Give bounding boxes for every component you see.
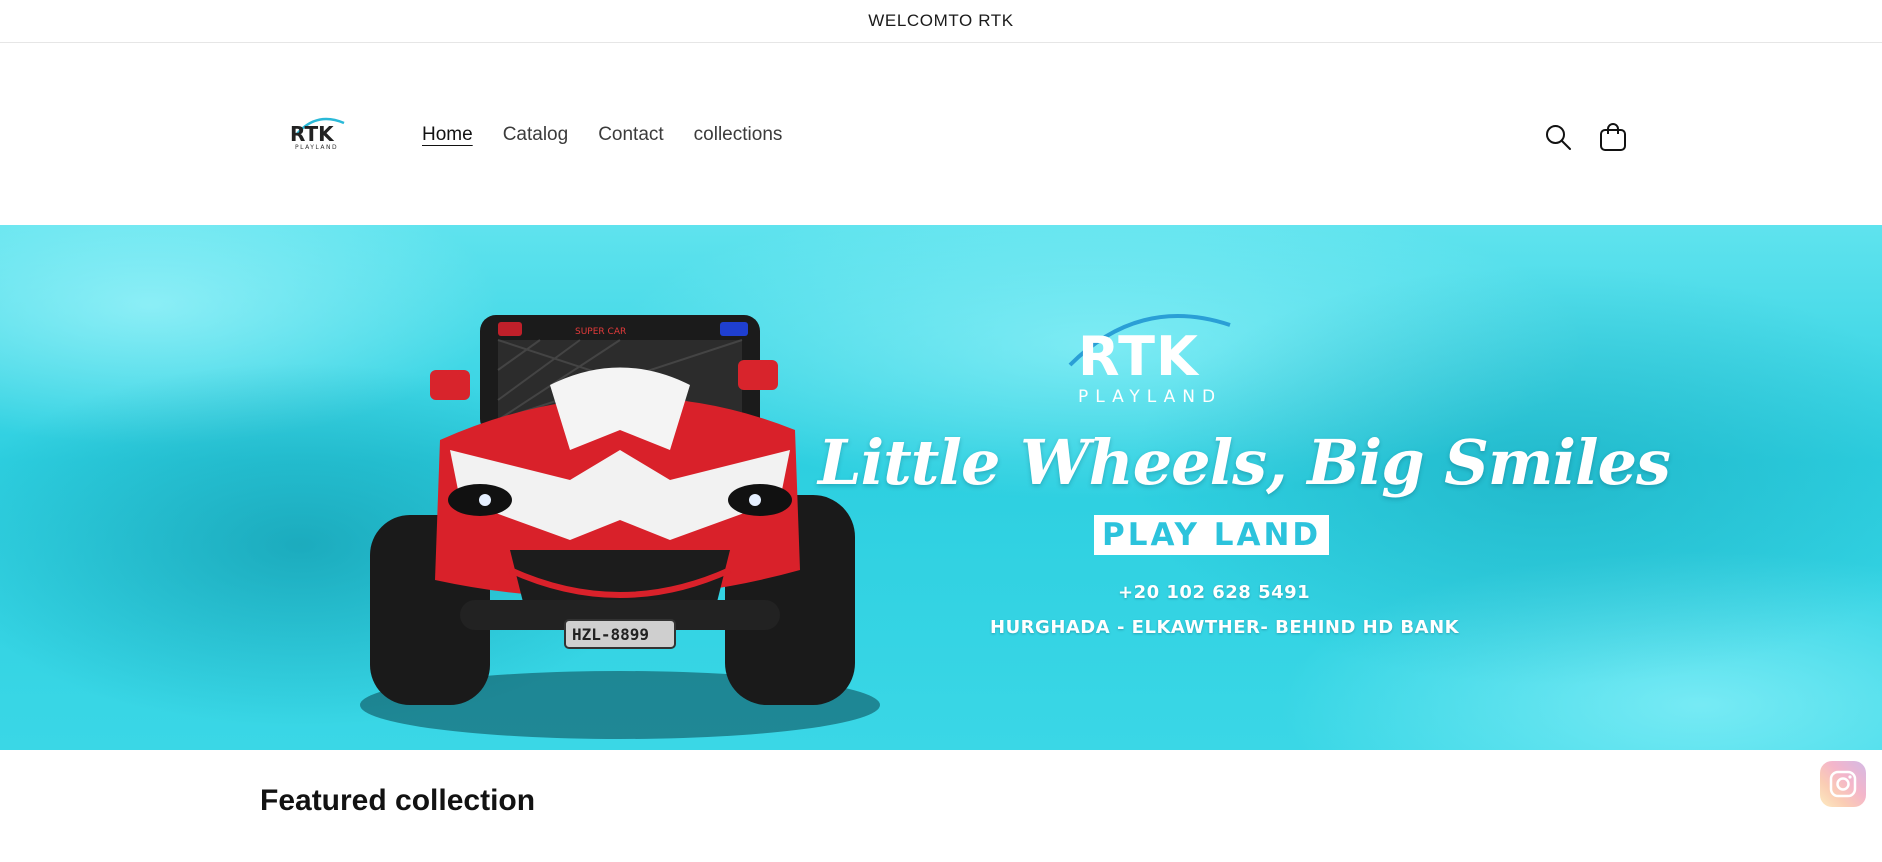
nav-home[interactable]: Home: [422, 121, 473, 149]
hero-banner[interactable]: SUPER CAR HZL-8899 RTK PLAYLAND Little W…: [0, 225, 1882, 750]
search-icon: [1546, 125, 1571, 150]
playland-badge: PLAY LAND: [1094, 515, 1330, 555]
hero-phone: +20 102 628 5491: [1118, 582, 1311, 603]
hero-tagline: Little Wheels, Big Smiles: [818, 426, 1671, 499]
nav-catalog[interactable]: Catalog: [503, 121, 569, 149]
logo-brand: RTK: [290, 122, 335, 146]
toy-car-image: SUPER CAR HZL-8899: [360, 315, 880, 739]
plate-text: HZL-8899: [572, 625, 649, 644]
featured-collection-title: Featured collection: [260, 784, 536, 817]
hero-brand-sub: PLAYLAND: [1078, 387, 1223, 407]
announcement-bar: WELCOMTO RTK: [0, 0, 1882, 43]
announcement-text: WELCOMTO RTK: [868, 11, 1014, 30]
nav-contact[interactable]: Contact: [598, 121, 663, 149]
nav-collections[interactable]: collections: [694, 121, 783, 149]
search-button[interactable]: [1540, 119, 1576, 155]
hero-address: HURGHADA - ELKAWTHER- BEHIND HD BANK: [990, 617, 1460, 638]
cart-icon: [1600, 123, 1626, 151]
grille-text: SUPER CAR: [575, 327, 626, 337]
instagram-icon: [1829, 770, 1857, 798]
site-logo[interactable]: RTK PLAYLAND: [288, 113, 346, 153]
instagram-button[interactable]: [1820, 761, 1866, 807]
cart-button[interactable]: [1595, 119, 1631, 155]
hero-brand: RTK: [1078, 325, 1199, 388]
site-header: RTK PLAYLAND Home Catalog Contact collec…: [0, 43, 1882, 225]
logo-sub: PLAYLAND: [295, 144, 338, 151]
main-nav: Home Catalog Contact collections: [422, 121, 812, 149]
